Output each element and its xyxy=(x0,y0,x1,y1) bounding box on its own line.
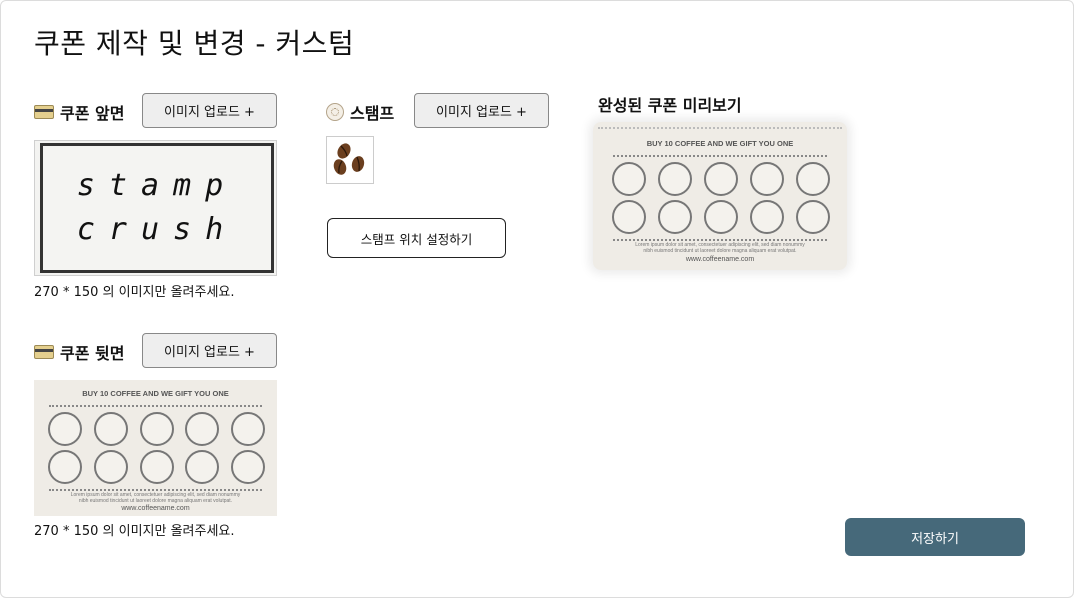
stamp-circle xyxy=(658,200,692,234)
front-section-label: 쿠폰 앞면 xyxy=(34,100,124,124)
dotted-divider xyxy=(48,405,263,407)
stamp-circle xyxy=(231,412,266,446)
page-title: 쿠폰 제작 및 변경 - 커스텀 xyxy=(34,27,355,60)
coupon-preview: BUY 10 COFFEE AND WE GIFT YOU ONE Lorem … xyxy=(593,122,847,270)
back-label-text: 쿠폰 뒷면 xyxy=(60,344,125,363)
front-image-text-stamp: stamp xyxy=(76,168,238,203)
preview-label-text: 완성된 쿠폰 미리보기 xyxy=(598,96,742,115)
front-upload-button[interactable]: 이미지 업로드 + xyxy=(142,93,277,128)
stamp-circle xyxy=(48,450,82,484)
stamp-circle xyxy=(93,450,128,484)
front-hint: 270 * 150 의 이미지만 올려주세요. xyxy=(34,285,235,300)
save-button[interactable]: 저장하기 xyxy=(845,518,1025,556)
dotted-divider xyxy=(612,155,828,157)
stamp-position-button[interactable]: 스탬프 위치 설정하기 xyxy=(327,218,506,258)
stamp-circle xyxy=(185,412,220,446)
stamp-circle xyxy=(796,200,830,234)
lorem-line-2: nibh euismod tincidunt ut laoreet dolore… xyxy=(643,248,797,254)
stamp-circle xyxy=(658,162,692,196)
stamp-icon xyxy=(326,103,344,121)
stamp-circle xyxy=(750,200,784,234)
back-image-preview: BUY 10 COFFEE AND WE GIFT YOU ONE Lorem … xyxy=(34,380,277,516)
stamp-circle xyxy=(139,412,174,446)
stamp-circle xyxy=(612,162,646,196)
stamp-circle xyxy=(704,200,738,234)
stamp-circles xyxy=(48,412,267,484)
front-image-preview: stamp crush xyxy=(34,140,277,276)
coffee-card-site: www.coffeename.com xyxy=(685,256,755,263)
stamp-image-preview xyxy=(326,136,374,184)
coffee-card-site: www.coffeename.com xyxy=(121,505,190,512)
stamp-section-label: 스탬프 xyxy=(326,100,394,124)
stamp-label-text: 스탬프 xyxy=(350,104,395,123)
stamp-circle xyxy=(48,412,82,446)
stamp-upload-button[interactable]: 이미지 업로드 + xyxy=(414,93,549,128)
front-image-text-crush: crush xyxy=(76,212,238,247)
back-hint: 270 * 150 의 이미지만 올려주세요. xyxy=(34,524,235,539)
lorem-line-2: nibh euismod tincidunt ut laoreet dolore… xyxy=(78,498,233,504)
stamp-circle xyxy=(704,162,738,196)
coffee-card-header: BUY 10 COFFEE AND WE GIFT YOU ONE xyxy=(82,389,229,398)
stamp-circle xyxy=(139,450,174,484)
front-label-text: 쿠폰 앞면 xyxy=(60,104,125,123)
preview-section-label: 완성된 쿠폰 미리보기 xyxy=(598,92,742,116)
coffee-beans-icon xyxy=(333,143,365,175)
stamp-circle xyxy=(93,412,128,446)
back-section-label: 쿠폰 뒷면 xyxy=(34,340,124,364)
preview-coffee-card: BUY 10 COFFEE AND WE GIFT YOU ONE Lorem … xyxy=(598,127,842,265)
stamp-circle xyxy=(796,162,830,196)
card-icon xyxy=(34,105,54,119)
dotted-divider xyxy=(48,489,263,491)
stamp-circle xyxy=(185,450,220,484)
back-upload-button[interactable]: 이미지 업로드 + xyxy=(142,333,277,368)
coffee-card-header: BUY 10 COFFEE AND WE GIFT YOU ONE xyxy=(646,139,794,148)
stamp-circle xyxy=(612,200,646,234)
coffee-card-lorem: Lorem ipsum dolor sit amet, consectetuer… xyxy=(34,492,277,504)
stamp-circles xyxy=(612,162,832,234)
card-icon xyxy=(34,345,54,359)
stamp-circle xyxy=(750,162,784,196)
dotted-divider xyxy=(612,239,828,241)
coffee-card-lorem: Lorem ipsum dolor sit amet, consectetuer… xyxy=(598,242,842,254)
stamp-circle xyxy=(231,450,266,484)
